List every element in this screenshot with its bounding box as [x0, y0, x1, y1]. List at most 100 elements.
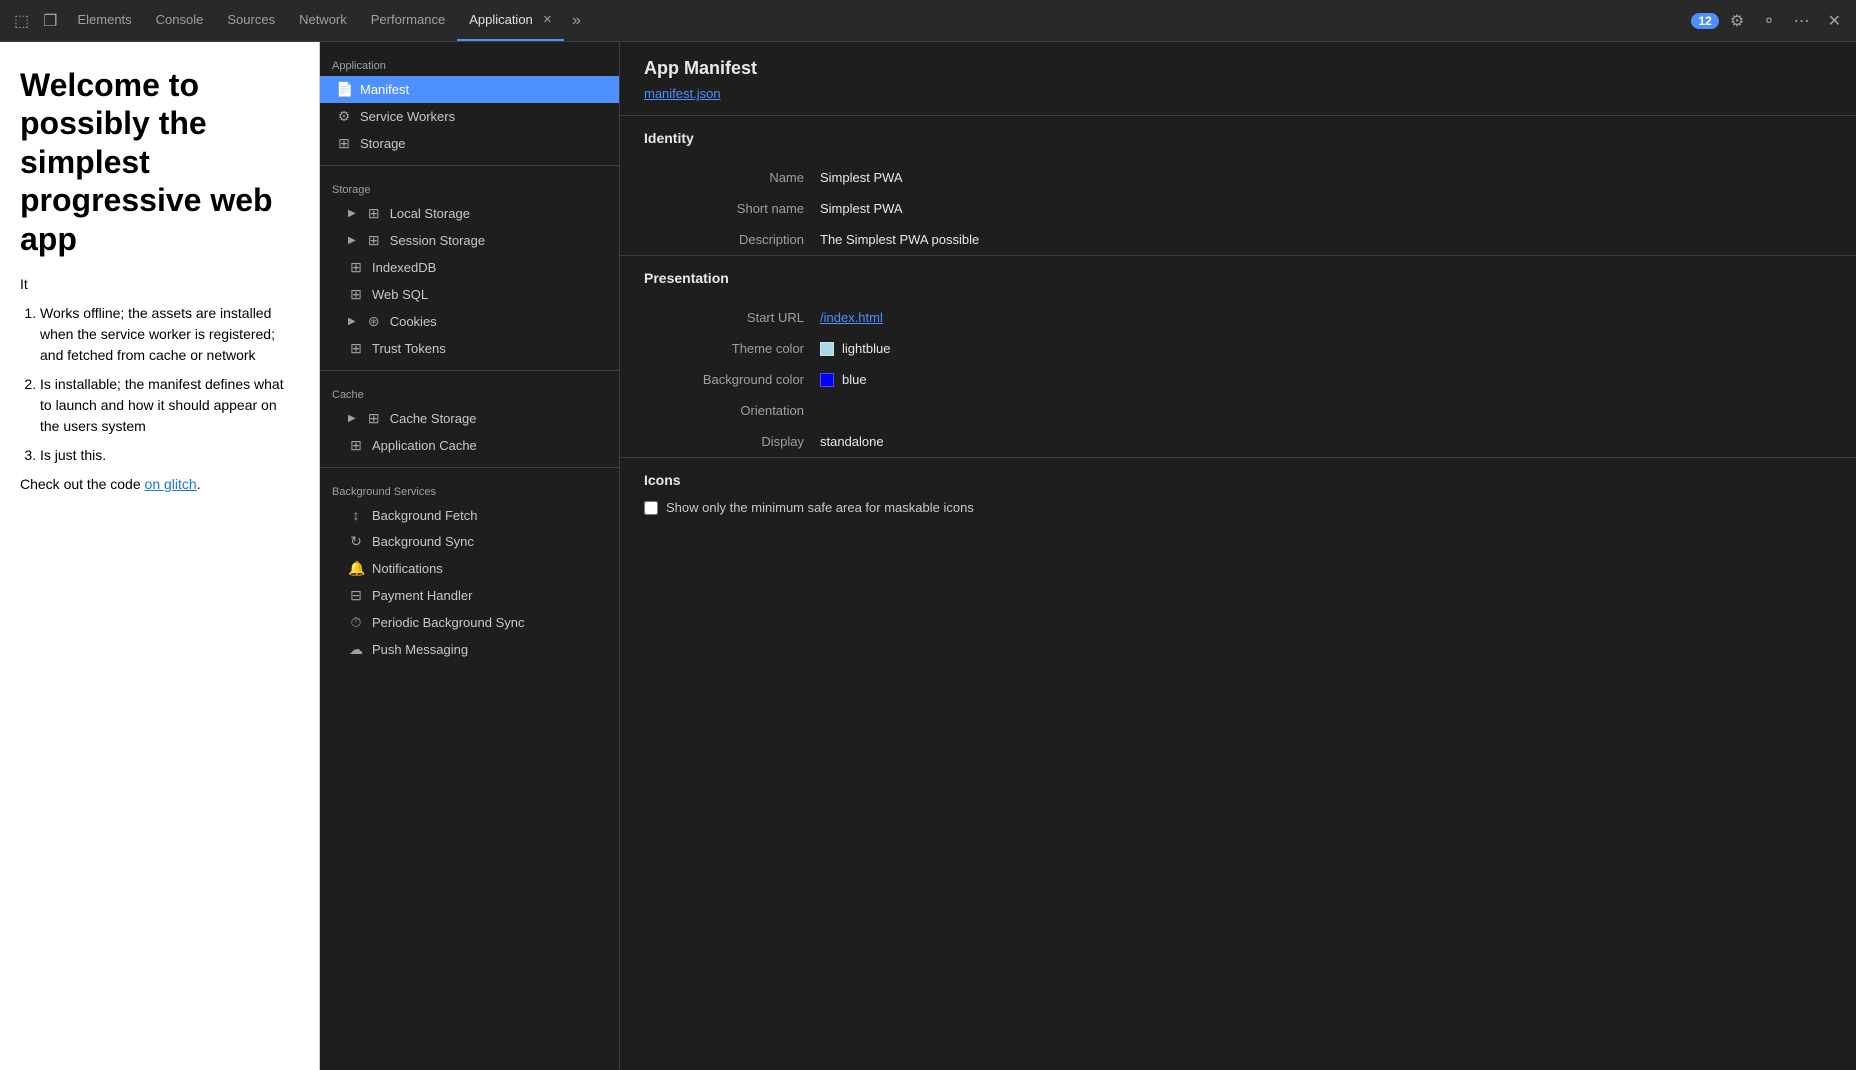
tab-sources[interactable]: Sources [215, 0, 287, 41]
sidebar-item-session-storage[interactable]: ▶ ⊞ Session Storage [320, 227, 619, 254]
page-list: Works offline; the assets are installed … [20, 303, 299, 466]
sidebar-item-trust-tokens[interactable]: ⊞ Trust Tokens [320, 335, 619, 362]
theme-color-label: Theme color [644, 341, 804, 356]
sidebar-item-periodic-bg-sync[interactable]: ⏱ Periodic Background Sync [320, 609, 619, 636]
maskable-icons-row: Show only the minimum safe area for mask… [644, 500, 1832, 515]
display-label: Display [644, 434, 804, 449]
periodic-bg-sync-icon: ⏱ [348, 614, 364, 631]
service-workers-icon: ⚙ [336, 108, 352, 125]
bg-color-label: Background color [644, 372, 804, 387]
orientation-label: Orientation [644, 403, 804, 418]
more-tabs-icon[interactable]: » [566, 8, 587, 34]
manifest-file-link[interactable]: manifest.json [644, 86, 721, 101]
short-name-label: Short name [644, 201, 804, 216]
orientation-row: Orientation [620, 395, 1856, 426]
identity-title: Identity [644, 130, 694, 146]
start-url-link[interactable]: /index.html [820, 310, 883, 325]
sidebar-item-push-messaging[interactable]: ☁ Push Messaging [320, 636, 619, 663]
tab-list: Elements Console Sources Network Perform… [65, 0, 564, 41]
main-area: Welcome to possibly the simplest progres… [0, 42, 1856, 1070]
sidebar-item-bg-fetch[interactable]: ↕ Background Fetch [320, 502, 619, 528]
description-label: Description [644, 232, 804, 247]
theme-color-swatch[interactable] [820, 342, 834, 356]
sidebar-item-websql[interactable]: ⊞ Web SQL [320, 281, 619, 308]
sidebar-divider [320, 165, 619, 166]
sidebar-item-bg-sync[interactable]: ↻ Background Sync [320, 528, 619, 555]
list-item: Is installable; the manifest defines wha… [40, 374, 299, 437]
close-icon[interactable]: ✕ [1821, 7, 1848, 35]
sidebar-item-indexeddb[interactable]: ⊞ IndexedDB [320, 254, 619, 281]
sidebar-item-cookies[interactable]: ▶ ⊛ Cookies [320, 308, 619, 335]
local-storage-icon: ⊞ [366, 205, 382, 222]
maskable-icons-label: Show only the minimum safe area for mask… [666, 500, 974, 515]
notifications-badge[interactable]: 12 [1691, 13, 1718, 29]
user-icon[interactable]: ⚬ [1755, 7, 1782, 35]
bg-section-label: Background Services [320, 476, 619, 502]
tab-console[interactable]: Console [144, 0, 216, 41]
start-url-label: Start URL [644, 310, 804, 325]
trust-tokens-icon: ⊞ [348, 340, 364, 357]
sidebar-item-service-workers[interactable]: ⚙ Service Workers [320, 103, 619, 130]
indexeddb-icon: ⊞ [348, 259, 364, 276]
description-value: The Simplest PWA possible [820, 232, 979, 247]
manifest-content: App Manifest manifest.json Identity Name… [620, 42, 1856, 1070]
sidebar-item-manifest[interactable]: 📄 Manifest [320, 76, 619, 103]
theme-color-value: lightblue [820, 341, 890, 356]
list-item: Is just this. [40, 445, 299, 466]
arrow-icon: ▶ [348, 316, 356, 327]
tab-close-icon[interactable]: ✕ [543, 13, 552, 26]
description-row: Description The Simplest PWA possible [620, 224, 1856, 255]
manifest-title: App Manifest [644, 58, 1832, 79]
bg-sync-icon: ↻ [348, 533, 364, 550]
sidebar-item-storage[interactable]: ⊞ Storage [320, 130, 619, 157]
page-footer: Check out the code on glitch. [20, 474, 299, 495]
devtools-panel: Application 📄 Manifest ⚙ Service Workers… [320, 42, 1856, 1070]
websql-icon: ⊞ [348, 286, 364, 303]
manifest-header: App Manifest manifest.json [620, 42, 1856, 116]
cursor-icon[interactable]: ⬚ [8, 7, 35, 35]
sidebar-divider-2 [320, 370, 619, 371]
storage-section-label: Storage [320, 174, 619, 200]
page-body: It Works offline; the assets are install… [20, 274, 299, 495]
name-value: Simplest PWA [820, 170, 903, 185]
payment-handler-icon: ⊟ [348, 587, 364, 604]
sidebar-item-local-storage[interactable]: ▶ ⊞ Local Storage [320, 200, 619, 227]
sidebar-item-notifications[interactable]: 🔔 Notifications [320, 555, 619, 582]
bg-color-swatch[interactable] [820, 373, 834, 387]
glitch-link[interactable]: on glitch [145, 476, 197, 492]
settings-icon[interactable]: ⚙ [1723, 7, 1751, 35]
topbar-right: 12 ⚙ ⚬ ⋯ ✕ [1691, 7, 1848, 35]
bg-fetch-icon: ↕ [348, 507, 364, 523]
bg-color-value: blue [820, 372, 867, 387]
tab-elements[interactable]: Elements [65, 0, 143, 41]
tab-application[interactable]: Application ✕ [457, 0, 564, 41]
presentation-title: Presentation [644, 270, 729, 286]
tab-network[interactable]: Network [287, 0, 359, 41]
notifications-icon: 🔔 [348, 560, 364, 577]
sidebar-item-app-cache[interactable]: ⊞ Application Cache [320, 432, 619, 459]
arrow-icon: ▶ [348, 413, 356, 424]
presentation-header: Presentation [620, 256, 1856, 302]
cache-storage-icon: ⊞ [366, 410, 382, 427]
app-cache-icon: ⊞ [348, 437, 364, 454]
arrow-icon: ▶ [348, 235, 356, 246]
presentation-section: Presentation Start URL /index.html Theme… [620, 256, 1856, 458]
display-value: standalone [820, 434, 884, 449]
maskable-icons-checkbox[interactable] [644, 501, 658, 515]
sidebar-divider-3 [320, 467, 619, 468]
storage-icon: ⊞ [336, 135, 352, 152]
cookies-icon: ⊛ [366, 313, 382, 330]
sidebar-item-payment-handler[interactable]: ⊟ Payment Handler [320, 582, 619, 609]
icons-section: Icons Show only the minimum safe area fo… [620, 458, 1856, 529]
theme-color-row: Theme color lightblue [620, 333, 1856, 364]
short-name-row: Short name Simplest PWA [620, 193, 1856, 224]
tab-performance[interactable]: Performance [359, 0, 457, 41]
name-label: Name [644, 170, 804, 185]
start-url-row: Start URL /index.html [620, 302, 1856, 333]
arrow-icon: ▶ [348, 208, 356, 219]
sidebar-item-cache-storage[interactable]: ▶ ⊞ Cache Storage [320, 405, 619, 432]
more-icon[interactable]: ⋯ [1787, 7, 1817, 35]
sidebar: Application 📄 Manifest ⚙ Service Workers… [320, 42, 620, 1070]
device-icon[interactable]: ❐ [37, 7, 63, 35]
devtools-topbar: ⬚ ❐ Elements Console Sources Network Per… [0, 0, 1856, 42]
